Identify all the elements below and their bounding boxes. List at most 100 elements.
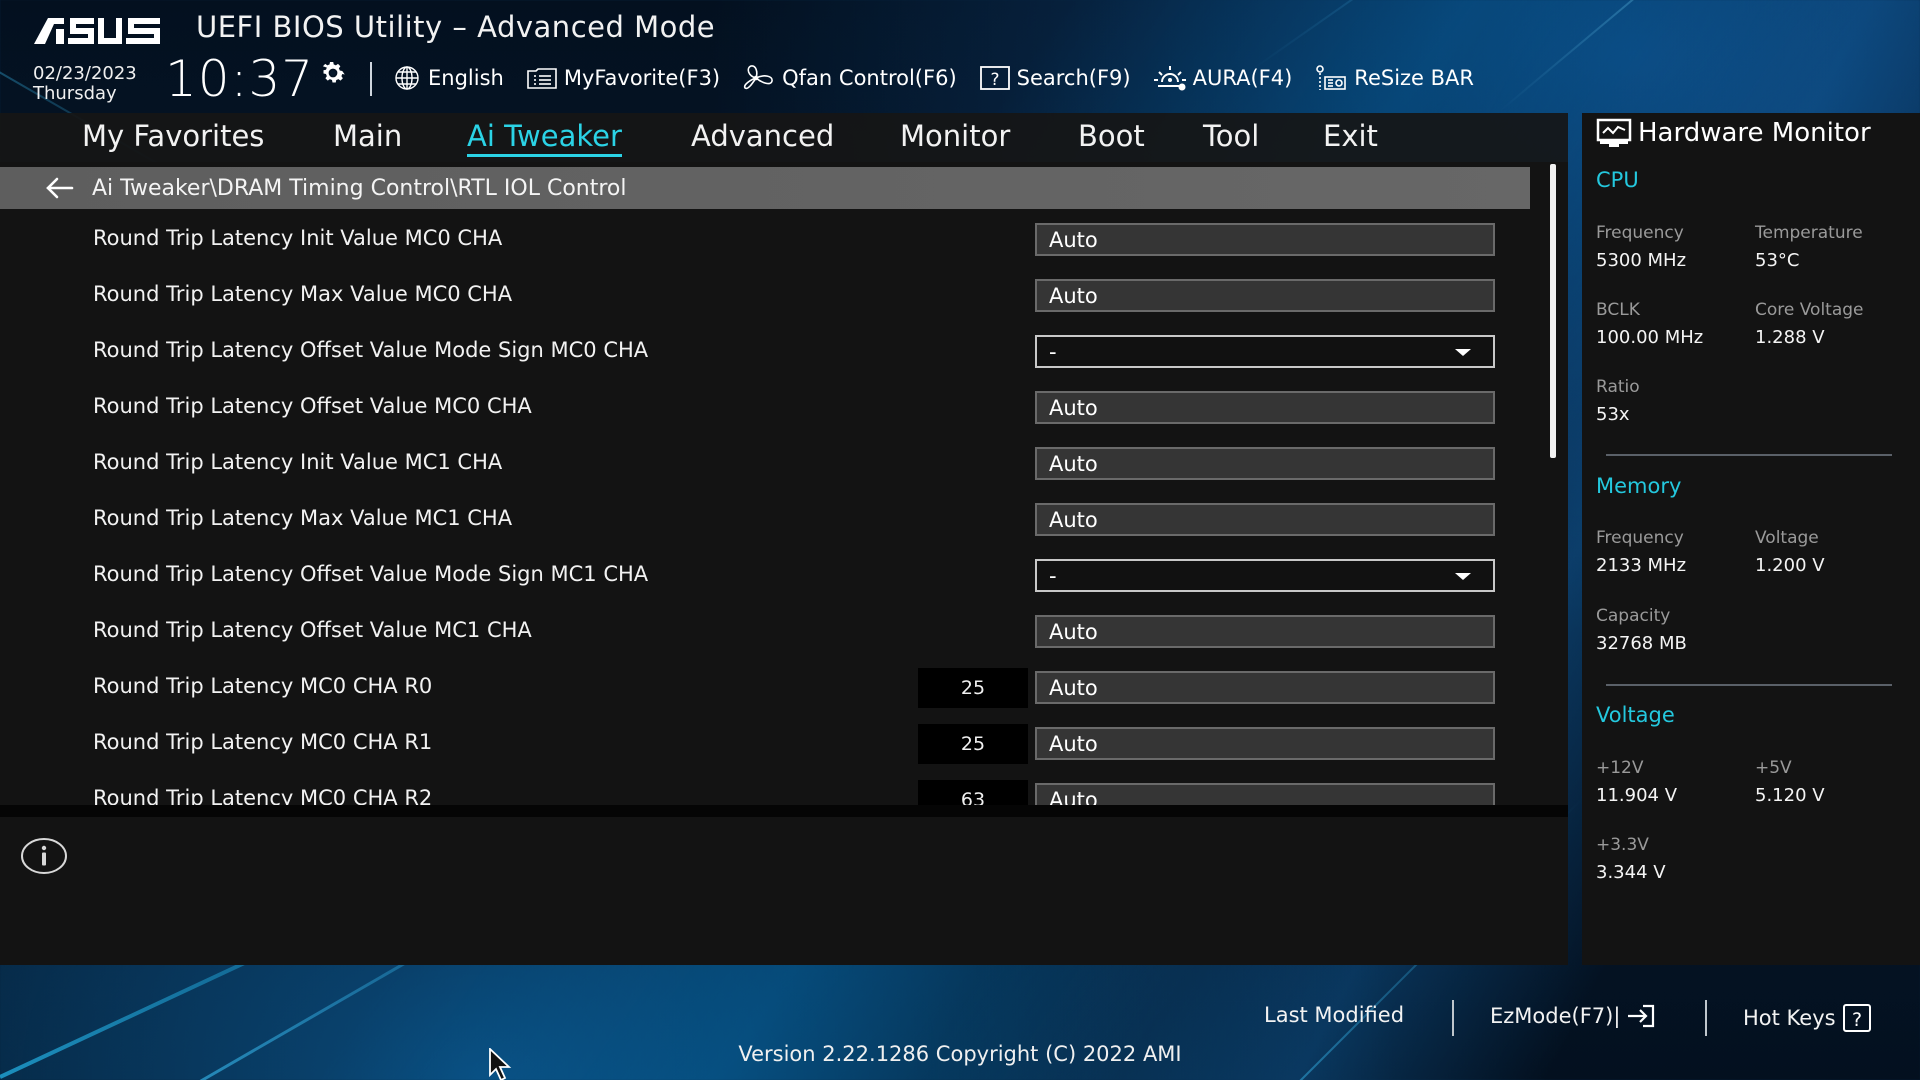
cpu-temperature-value: 53°C [1755,250,1800,271]
v33-value: 3.344 V [1596,862,1666,883]
setting-value-dropdown[interactable]: - [1035,335,1495,368]
ezmode-button[interactable]: EzMode(F7)| [1490,1003,1656,1029]
setting-row[interactable]: Round Trip Latency Max Value MC1 CHA Aut… [0,493,1530,549]
setting-row[interactable]: Round Trip Latency MC0 CHA R2 63 Auto [0,773,1530,805]
tab-exit[interactable]: Exit [1323,119,1378,153]
tab-monitor[interactable]: Monitor [900,119,1010,153]
question-box-icon: ? [979,66,1010,90]
setting-label: Round Trip Latency Init Value MC1 CHA [93,450,503,474]
setting-value-input[interactable]: Auto [1035,223,1495,256]
globe-icon [395,66,419,90]
settings-scrollbar[interactable] [1550,164,1556,458]
tab-advanced[interactable]: Advanced [691,119,834,153]
last-modified-label: Last Modified [1264,1003,1405,1027]
setting-label: Round Trip Latency Max Value MC0 CHA [93,282,513,306]
setting-value-input[interactable]: Auto [1035,447,1495,480]
setting-value-input[interactable]: Auto [1035,671,1495,704]
resize-bar-button[interactable]: ReSize BAR [1314,64,1474,92]
svg-text:?: ? [990,70,999,90]
setting-value-input[interactable]: Auto [1035,503,1495,536]
memory-capacity-label: Capacity [1596,606,1671,626]
setting-row[interactable]: Round Trip Latency Max Value MC0 CHA Aut… [0,269,1530,325]
setting-value-input[interactable]: Auto [1035,279,1495,312]
memory-voltage-label: Voltage [1755,528,1819,548]
gear-icon[interactable] [318,58,348,88]
resize-bar-icon [1316,65,1347,90]
version-copyright: Version 2.22.1286 Copyright (C) 2022 AMI [738,1042,1182,1066]
setting-label: Round Trip Latency MC0 CHA R1 [93,730,433,754]
language-button[interactable]: English [392,65,504,91]
setting-label: Round Trip Latency Offset Value Mode Sig… [93,562,649,586]
svg-text:?: ? [1852,1009,1862,1031]
dropdown-selected-value: - [1049,339,1057,364]
hardware-monitor-header: Hardware Monitor [1596,118,1871,148]
question-box-icon: ? [1842,1004,1871,1032]
myfavorite-button[interactable]: MyFavorite(F3) [526,66,720,90]
ezmode-label: EzMode(F7)| [1490,1004,1621,1028]
setting-value-input[interactable]: Auto [1035,783,1495,805]
day-text: Thursday [33,83,117,104]
setting-value-input[interactable]: Auto [1035,727,1495,760]
setting-row[interactable]: Round Trip Latency Init Value MC1 CHA Au… [0,437,1530,493]
current-value-readout: 25 [918,668,1028,708]
setting-row[interactable]: Round Trip Latency MC0 CHA R1 25 Auto [0,717,1530,773]
v5-value: 5.120 V [1755,785,1825,806]
language-label: English [428,66,504,90]
setting-label: Round Trip Latency Offset Value MC1 CHA [93,618,532,642]
toolbar: English MyFavorite(F3) Qfan Control(F6) … [392,62,1474,94]
breadcrumb-path: Ai Tweaker\DRAM Timing Control\RTL IOL C… [92,175,627,201]
footer-divider [1705,1000,1707,1036]
current-value-readout: 63 [918,780,1028,805]
setting-value-input[interactable]: Auto [1035,391,1495,424]
tab-my-favorites[interactable]: My Favorites [82,119,264,153]
setting-label: Round Trip Latency Offset Value MC0 CHA [93,394,532,418]
setting-value-input[interactable]: Auto [1035,615,1495,648]
help-info-area [0,817,1568,965]
setting-row[interactable]: Round Trip Latency Offset Value Mode Sig… [0,549,1530,605]
tab-ai-tweaker[interactable]: Ai Tweaker [467,119,622,157]
resize-bar-label: ReSize BAR [1354,66,1475,90]
background-streak [1499,0,1823,112]
date-text: 02/23/2023 [33,63,137,84]
search-button[interactable]: ? Search(F9) [979,65,1131,91]
monitor-icon [1596,118,1632,147]
setting-row[interactable]: Round Trip Latency Offset Value Mode Sig… [0,325,1530,381]
hot-keys-button[interactable]: Hot Keys ? [1743,1003,1872,1033]
tab-boot[interactable]: Boot [1078,119,1145,153]
setting-row[interactable]: Round Trip Latency Init Value MC0 CHA Au… [0,213,1530,269]
setting-label: Round Trip Latency Init Value MC0 CHA [93,226,503,250]
hardware-monitor-panel: Hardware Monitor CPU Frequency 5300 MHz … [1582,113,1920,965]
setting-label: Round Trip Latency Offset Value Mode Sig… [93,338,649,362]
back-arrow-icon[interactable] [44,176,76,200]
ratio-label: Ratio [1596,377,1640,397]
breadcrumb: Ai Tweaker\DRAM Timing Control\RTL IOL C… [0,167,1530,209]
section-divider [1606,684,1892,686]
bclk-label: BCLK [1596,300,1640,320]
v12-value: 11.904 V [1596,785,1678,806]
cpu-section-title: CPU [1596,168,1639,192]
aura-button[interactable]: AURA(F4) [1153,64,1293,92]
aura-light-icon [1153,66,1186,91]
last-modified-button[interactable]: Last Modified [1264,1003,1404,1027]
tab-tool[interactable]: Tool [1203,119,1259,153]
aura-label: AURA(F4) [1192,66,1293,90]
search-label: Search(F9) [1016,66,1131,90]
tab-main[interactable]: Main [333,119,402,153]
qfan-control-button[interactable]: Qfan Control(F6) [742,64,957,92]
qfan-control-label: Qfan Control(F6) [782,66,957,90]
memory-frequency-value: 2133 MHz [1596,555,1687,576]
info-icon [21,838,67,874]
setting-row[interactable]: Round Trip Latency Offset Value MC0 CHA … [0,381,1530,437]
voltage-section-title: Voltage [1596,703,1675,727]
dropdown-selected-value: - [1049,563,1057,588]
header-divider [370,62,372,96]
setting-value-dropdown[interactable]: - [1035,559,1495,592]
v33-label: +3.3V [1596,835,1649,855]
cpu-temperature-label: Temperature [1755,223,1863,243]
memory-voltage-value: 1.200 V [1755,555,1825,576]
cpu-frequency-value: 5300 MHz [1596,250,1687,271]
ratio-value: 53x [1596,404,1630,425]
setting-row[interactable]: Round Trip Latency MC0 CHA R0 25 Auto [0,661,1530,717]
cpu-frequency-label: Frequency [1596,223,1684,243]
setting-row[interactable]: Round Trip Latency Offset Value MC1 CHA … [0,605,1530,661]
